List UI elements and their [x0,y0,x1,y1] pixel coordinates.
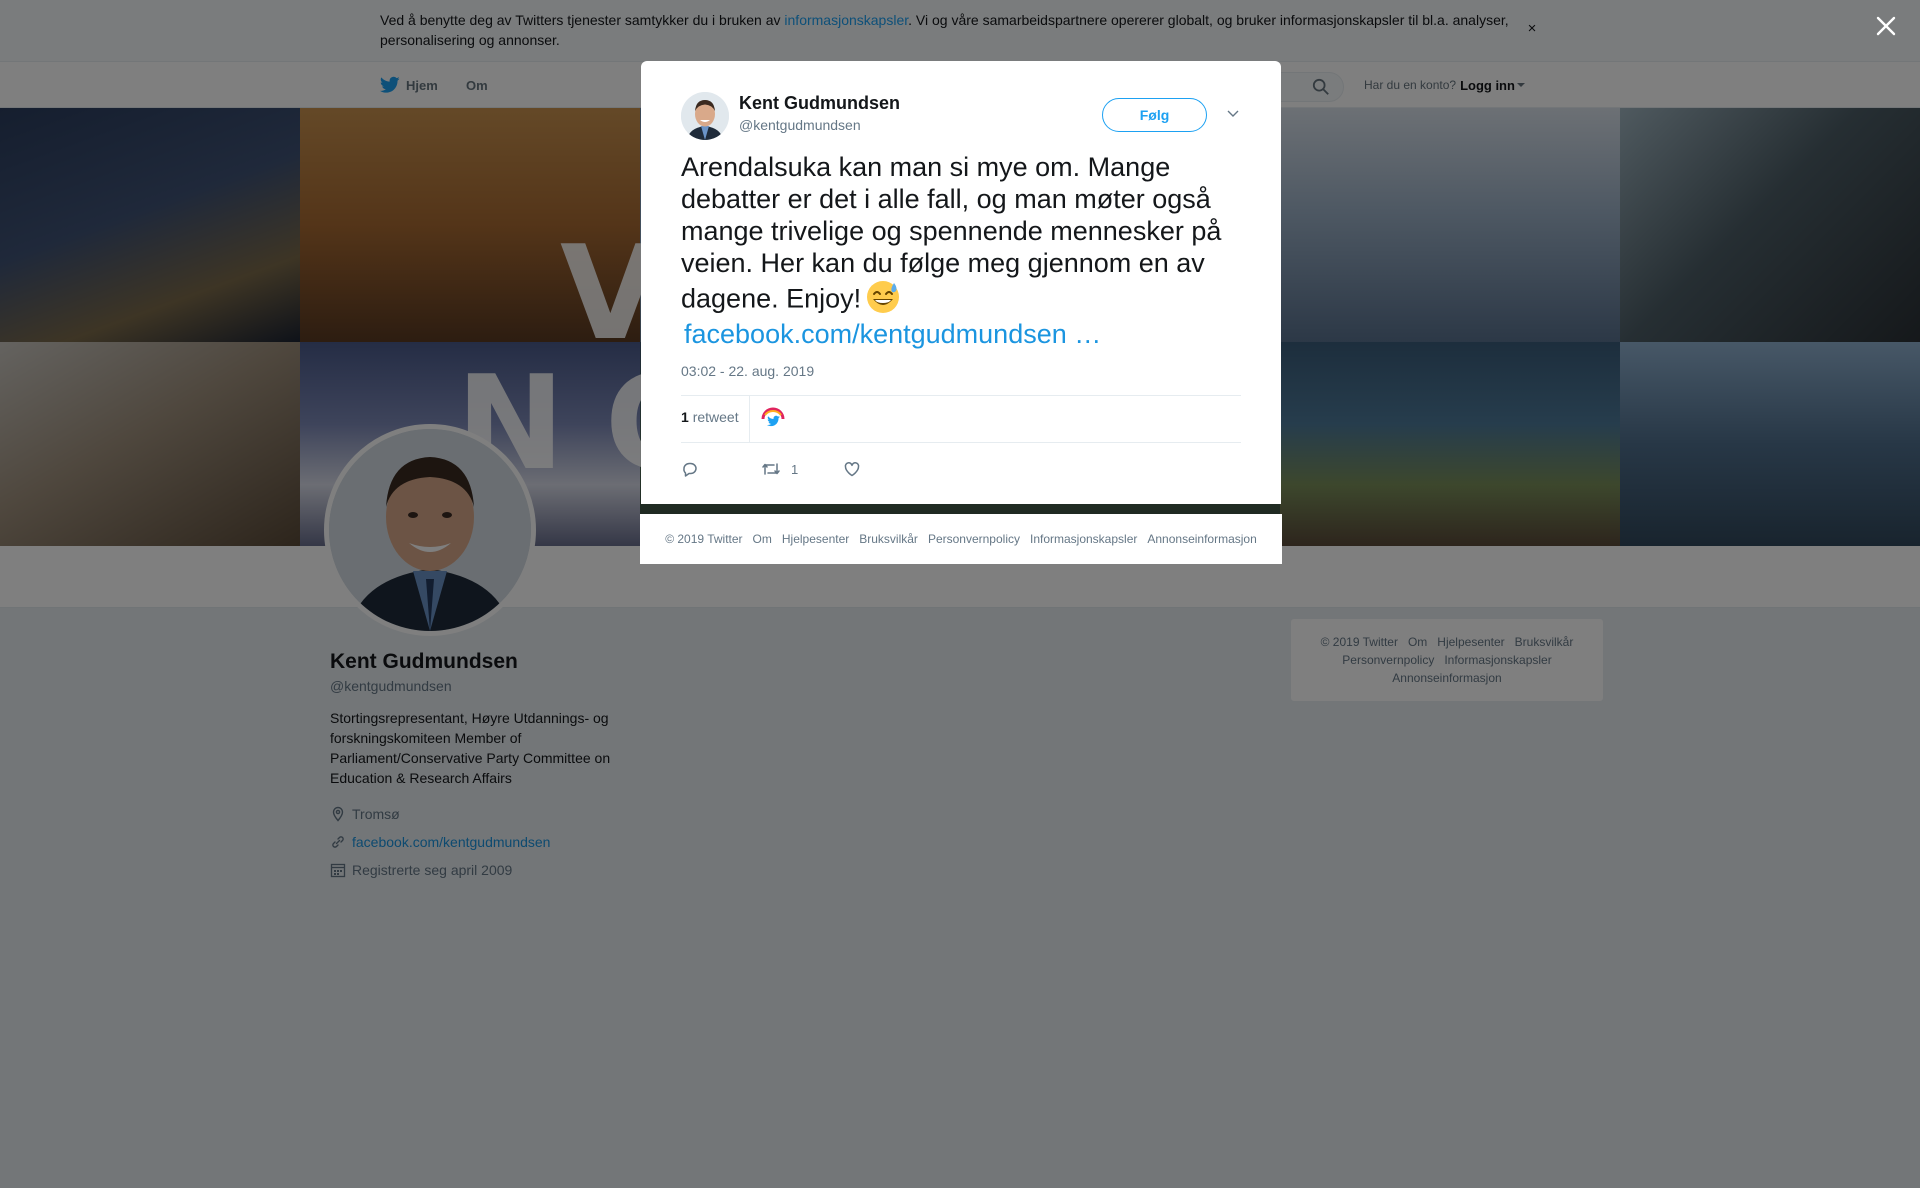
footer-link[interactable]: Annonseinformasjon [1147,532,1256,546]
tweet-permalink-modal: Kent Gudmundsen @kentgudmundsen Følg Are… [641,61,1281,504]
retweeter-twitter-icon [761,407,785,431]
close-icon[interactable] [1872,12,1900,40]
retweet-button[interactable]: 1 [761,455,798,483]
retweeter-avatar[interactable] [761,407,785,431]
footer-link[interactable]: Bruksvilkår [859,532,918,546]
tweet-stats: 1 retweet [681,395,1241,443]
tweet-author-avatar[interactable] [681,92,729,140]
tweet-link[interactable]: facebook.com/kentgudmundsen … [684,317,1101,351]
tweet-author-handle[interactable]: @kentgudmundsen [739,117,861,133]
retweet-count: 1 [791,461,799,477]
avatar-portrait [681,92,729,140]
follow-button[interactable]: Følg [1102,98,1207,132]
footer-link[interactable]: Personvernpolicy [928,532,1020,546]
grinning-sweat-emoji-icon [865,279,901,322]
modal-footer: © 2019 Twitter Om Hjelpesenter Bruksvilk… [640,514,1282,564]
reply-icon [683,462,697,477]
stats-divider [749,396,750,443]
heart-icon [844,462,860,477]
footer-link[interactable]: Hjelpesenter [782,532,849,546]
like-button[interactable] [843,455,861,483]
tweet-actions: 1 [681,455,1241,483]
footer-link[interactable]: © 2019 Twitter [665,532,742,546]
tweet-author-name[interactable]: Kent Gudmundsen [739,93,900,114]
tweet-timestamp[interactable]: 03:02 - 22. aug. 2019 [681,363,814,379]
reply-button[interactable] [681,455,699,483]
footer-link[interactable]: Om [753,532,772,546]
retweet-icon [762,463,780,475]
tweet-text: Arendalsuka kan man si mye om. Mange deb… [681,151,1253,322]
chevron-down-icon[interactable] [1225,105,1241,121]
footer-link[interactable]: Informasjonskapsler [1030,532,1137,546]
retweet-stat[interactable]: 1 retweet [681,409,739,425]
